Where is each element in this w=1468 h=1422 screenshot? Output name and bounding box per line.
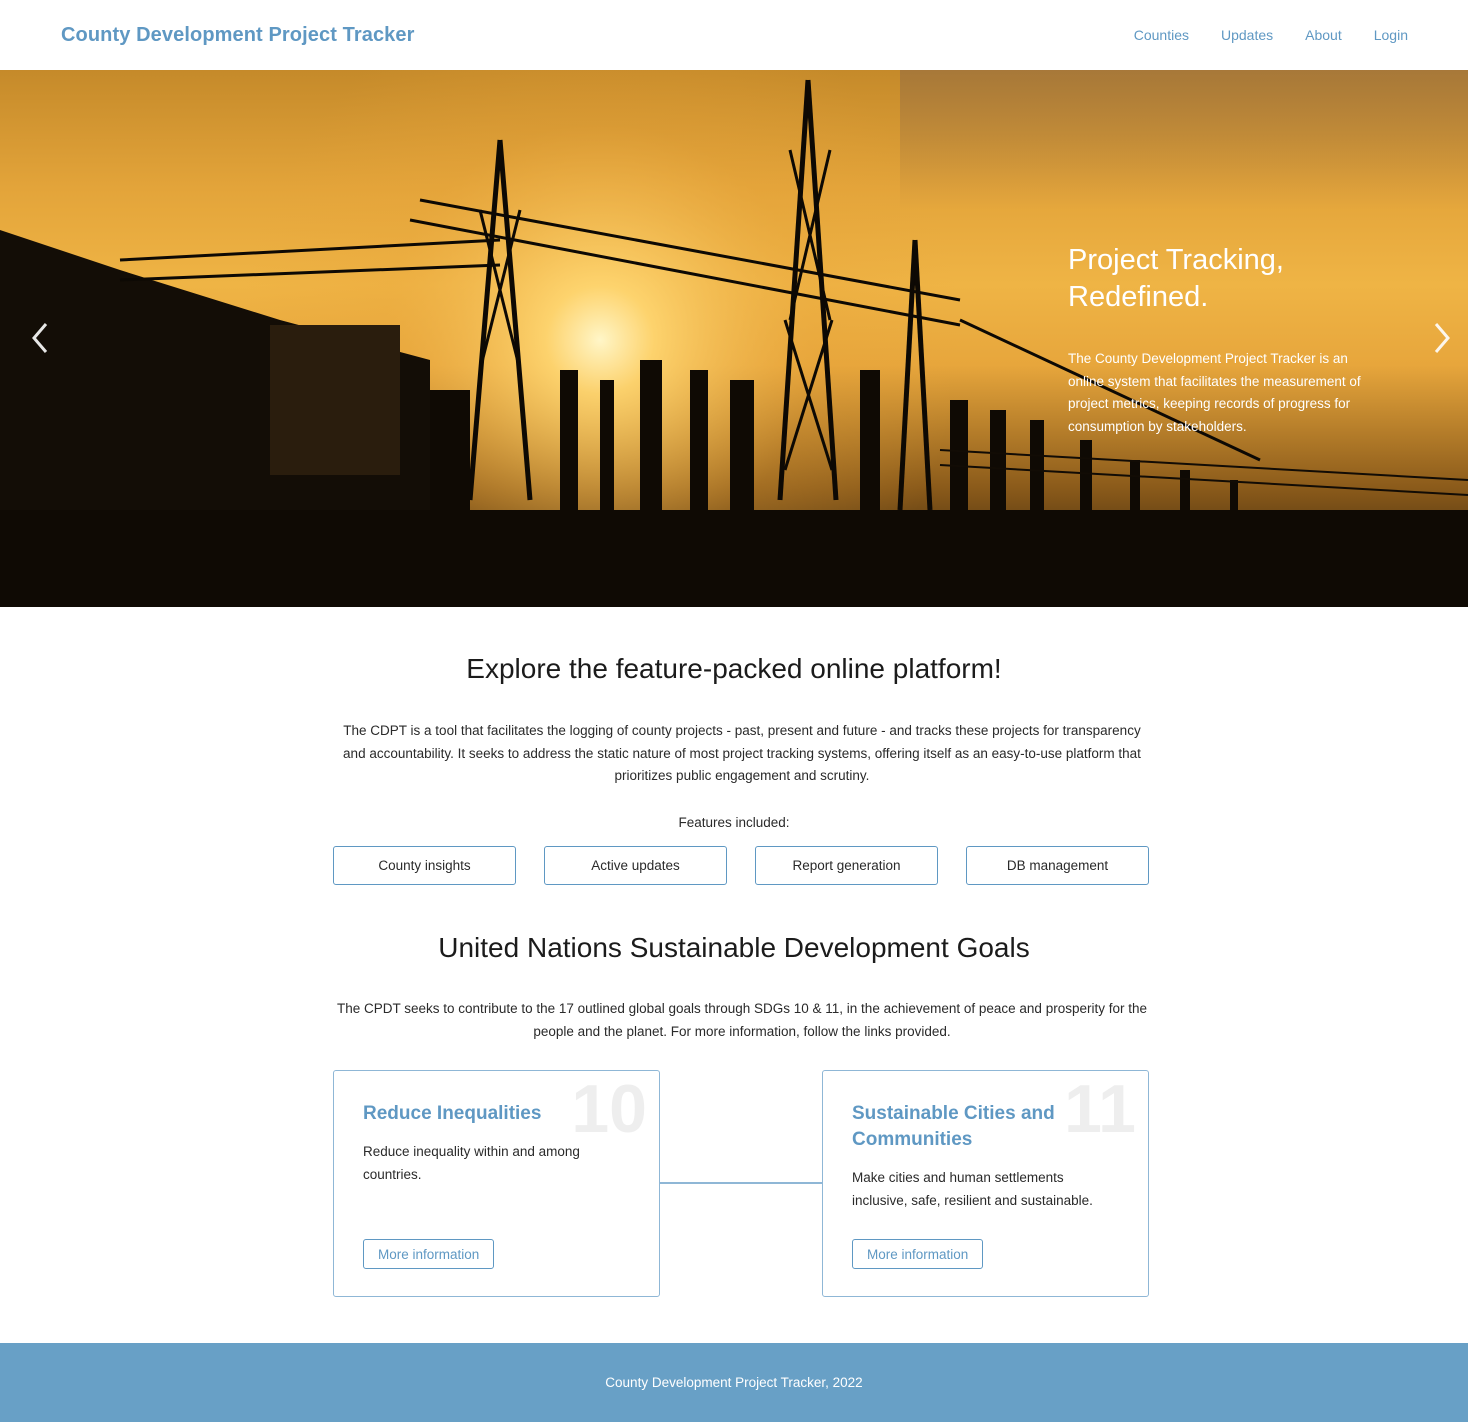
sdg-card-title: Sustainable Cities and Communities [852,1103,1055,1150]
features-label: Features included: [678,815,790,830]
explore-text: The CDPT is a tool that facilitates the … [343,723,1141,783]
nav-link-counties[interactable]: Counties [1134,27,1189,43]
explore-title: Explore the feature-packed online platfo… [466,653,1002,684]
sdg-number: 10 [571,1071,647,1147]
nav-link-updates[interactable]: Updates [1221,27,1273,43]
brand-link[interactable]: County Development Project Tracker [61,24,415,47]
more-information-button[interactable]: More information [363,1239,495,1269]
hero-carousel: Project Tracking, Redefined. The County … [0,70,1468,607]
feature-db-management-button[interactable]: DB management [966,846,1149,885]
hero-text: The County Development Project Tracker i… [1068,351,1361,434]
nav-link-login[interactable]: Login [1374,27,1408,43]
sdg-card-10: 10 Reduce Inequalities Reduce inequality… [333,1070,660,1297]
sdg-card-description: Reduce inequality within and among count… [363,1144,580,1182]
footer-text: County Development Project Tracker, 2022 [605,1375,863,1390]
feature-report-generation-button[interactable]: Report generation [755,846,938,885]
hero-caption: Project Tracking, Redefined. The County … [1068,242,1368,438]
sdg-title: United Nations Sustainable Development G… [438,932,1030,963]
sdg-card-description: Make cities and human settlements inclus… [852,1170,1093,1208]
nav-links: Counties Updates About Login [1134,27,1408,43]
chevron-right-icon[interactable] [1422,320,1462,356]
hero-title: Project Tracking, Redefined. [1068,242,1368,316]
feature-active-updates-button[interactable]: Active updates [544,846,727,885]
sdg-card-11: 11 Sustainable Cities and Communities Ma… [822,1070,1149,1297]
more-information-button[interactable]: More information [852,1239,984,1269]
navbar: County Development Project Tracker Count… [0,0,1468,70]
sdg-connector-line [660,1182,822,1184]
sdg-number: 11 [1064,1071,1136,1147]
feature-county-insights-button[interactable]: County insights [333,846,516,885]
hero-title-line1: Project Tracking, [1068,244,1284,276]
nav-link-about[interactable]: About [1305,27,1342,43]
chevron-left-icon[interactable] [20,320,60,356]
sdg-text: The CPDT seeks to contribute to the 17 o… [337,1001,1147,1039]
sdg-card-title: Reduce Inequalities [363,1103,542,1124]
features-list: County insights Active updates Report ge… [333,846,1149,885]
hero-title-line2: Redefined. [1068,281,1209,313]
footer: County Development Project Tracker, 2022 [0,1343,1468,1422]
